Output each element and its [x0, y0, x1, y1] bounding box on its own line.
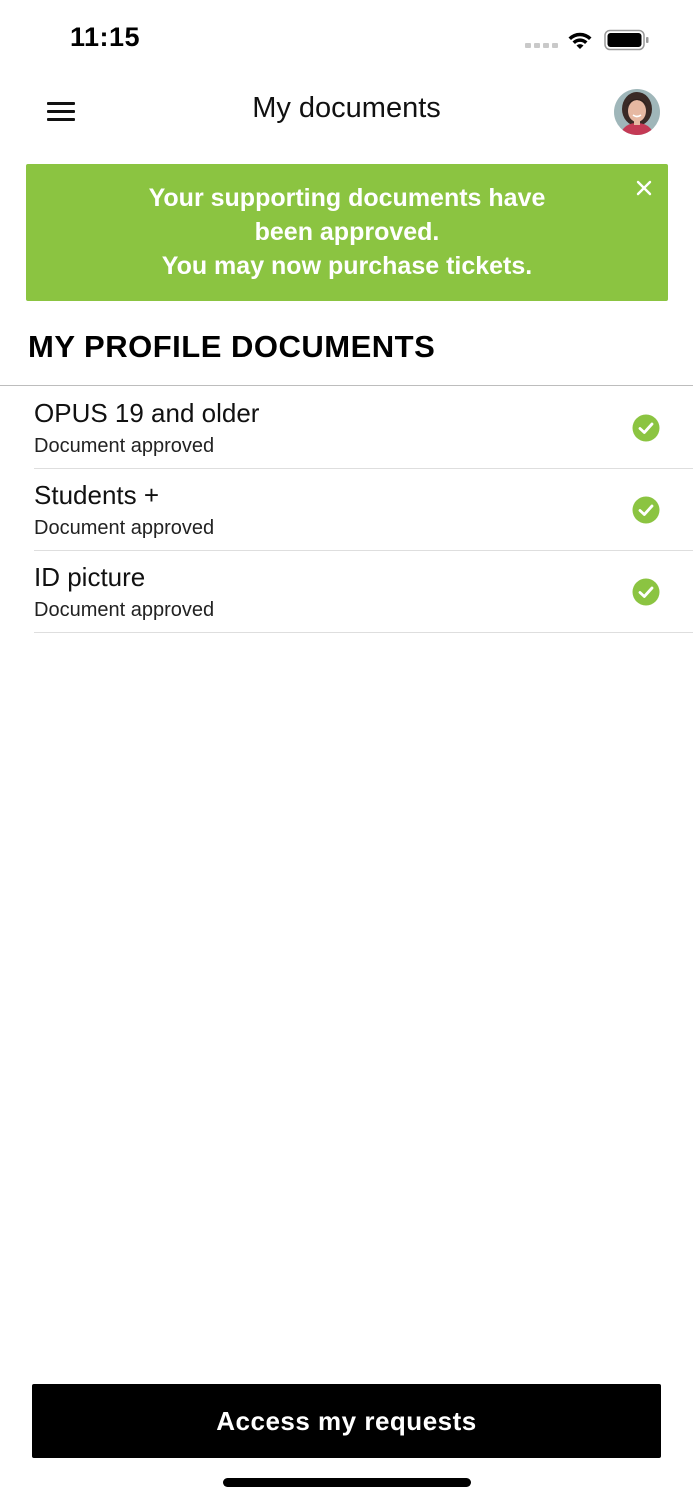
section-heading: MY PROFILE DOCUMENTS — [28, 329, 436, 364]
check-circle-icon — [632, 496, 660, 524]
document-list: OPUS 19 and older Document approved Stud… — [0, 387, 693, 633]
document-status: Document approved — [34, 599, 215, 621]
document-title: OPUS 19 and older — [34, 398, 260, 428]
battery-icon — [604, 29, 649, 51]
close-icon[interactable] — [632, 176, 656, 200]
list-item[interactable]: OPUS 19 and older Document approved — [34, 387, 693, 469]
approval-banner: Your supporting documents have been appr… — [26, 164, 668, 301]
status-bar: 11:15 — [0, 0, 693, 80]
list-item[interactable]: ID picture Document approved — [34, 551, 693, 633]
status-time: 11:15 — [70, 22, 141, 52]
banner-line: You may now purchase tickets. — [161, 252, 533, 280]
app-header: My documents — [0, 80, 693, 144]
document-status: Document approved — [34, 517, 215, 539]
list-item[interactable]: Students + Document approved — [34, 469, 693, 551]
page-title: My documents — [252, 92, 441, 124]
document-title: ID picture — [34, 562, 146, 592]
document-title: Students + — [34, 480, 160, 510]
banner-message: Your supporting documents have been appr… — [66, 181, 628, 283]
section-divider — [0, 385, 693, 386]
home-indicator[interactable] — [223, 1478, 471, 1487]
access-requests-button[interactable]: Access my requests — [32, 1384, 661, 1458]
check-circle-icon — [632, 578, 660, 606]
user-avatar[interactable] — [614, 89, 660, 135]
wifi-icon — [568, 32, 592, 49]
cellular-signal-icon — [525, 43, 558, 48]
document-status: Document approved — [34, 435, 215, 457]
banner-line: been approved. — [254, 218, 440, 246]
check-circle-icon — [632, 414, 660, 442]
avatar-image — [614, 89, 660, 135]
banner-line: Your supporting documents have — [148, 184, 546, 212]
